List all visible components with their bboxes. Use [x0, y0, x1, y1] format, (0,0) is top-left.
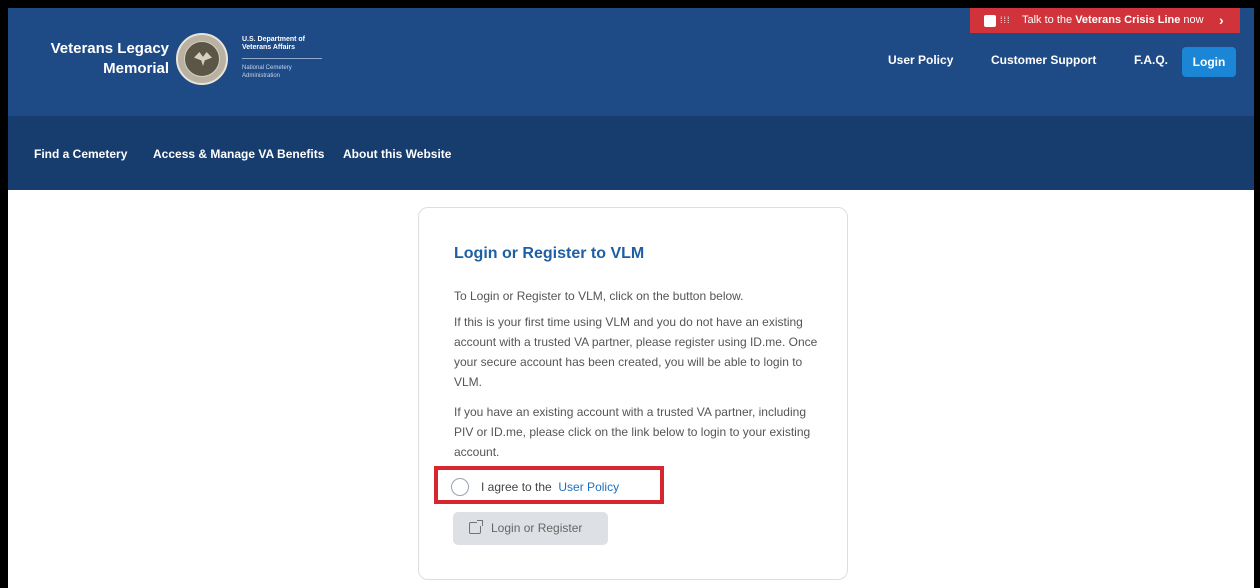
- eagle-icon: [194, 52, 212, 66]
- crisis-line-banner[interactable]: ⁞⁞⁞ Talk to the Veterans Crisis Line now…: [970, 8, 1240, 33]
- chevron-right-icon: ›: [1219, 12, 1224, 28]
- va-department-logo: U.S. Department of Veterans Affairs Nati…: [242, 36, 352, 80]
- login-button[interactable]: Login: [1182, 47, 1236, 77]
- va-seal-icon: [176, 33, 228, 85]
- department-name: U.S. Department of Veterans Affairs: [242, 36, 306, 51]
- nav-user-policy[interactable]: User Policy: [888, 53, 953, 67]
- nav-faq[interactable]: F.A.Q.: [1134, 53, 1168, 67]
- site-title-line1: Veterans Legacy: [50, 40, 169, 57]
- crisis-line-text: Talk to the Veterans Crisis Line now: [1022, 14, 1204, 26]
- user-policy-link[interactable]: User Policy: [558, 480, 619, 494]
- agree-prefix: I agree to the: [481, 480, 552, 494]
- department-divider: [242, 58, 322, 59]
- nav-benefits[interactable]: Access & Manage VA Benefits: [153, 147, 324, 161]
- external-link-icon: [469, 520, 483, 534]
- agree-radio[interactable]: [451, 478, 469, 496]
- nav-customer-support[interactable]: Customer Support: [991, 53, 1096, 67]
- agree-label: I agree to the User Policy: [481, 480, 619, 494]
- page-frame: Veterans Legacy Memorial U.S. Department…: [8, 8, 1254, 588]
- nav-find-cemetery[interactable]: Find a Cemetery: [34, 147, 127, 161]
- department-subname: National Cemetery Administration: [242, 65, 292, 79]
- seal-center: [184, 41, 220, 77]
- site-title[interactable]: Veterans Legacy Memorial: [36, 39, 169, 79]
- login-register-button[interactable]: Login or Register: [453, 512, 608, 545]
- card-title: Login or Register to VLM: [454, 245, 645, 262]
- crisis-line-icon: [984, 15, 996, 27]
- existing-account-paragraph: If you have an existing account with a t…: [454, 405, 811, 459]
- login-card: Login or Register to VLM To Login or Reg…: [418, 207, 848, 580]
- nav-about[interactable]: About this Website: [343, 147, 451, 161]
- top-header: Veterans Legacy Memorial U.S. Department…: [8, 8, 1254, 116]
- site-title-line2: Memorial: [103, 60, 169, 77]
- keypad-icon: ⁞⁞⁞: [1000, 15, 1011, 25]
- first-time-paragraph: If this is your first time using VLM and…: [454, 315, 818, 389]
- login-register-label: Login or Register: [491, 521, 583, 535]
- intro-paragraph: To Login or Register to VLM, click on th…: [454, 289, 744, 303]
